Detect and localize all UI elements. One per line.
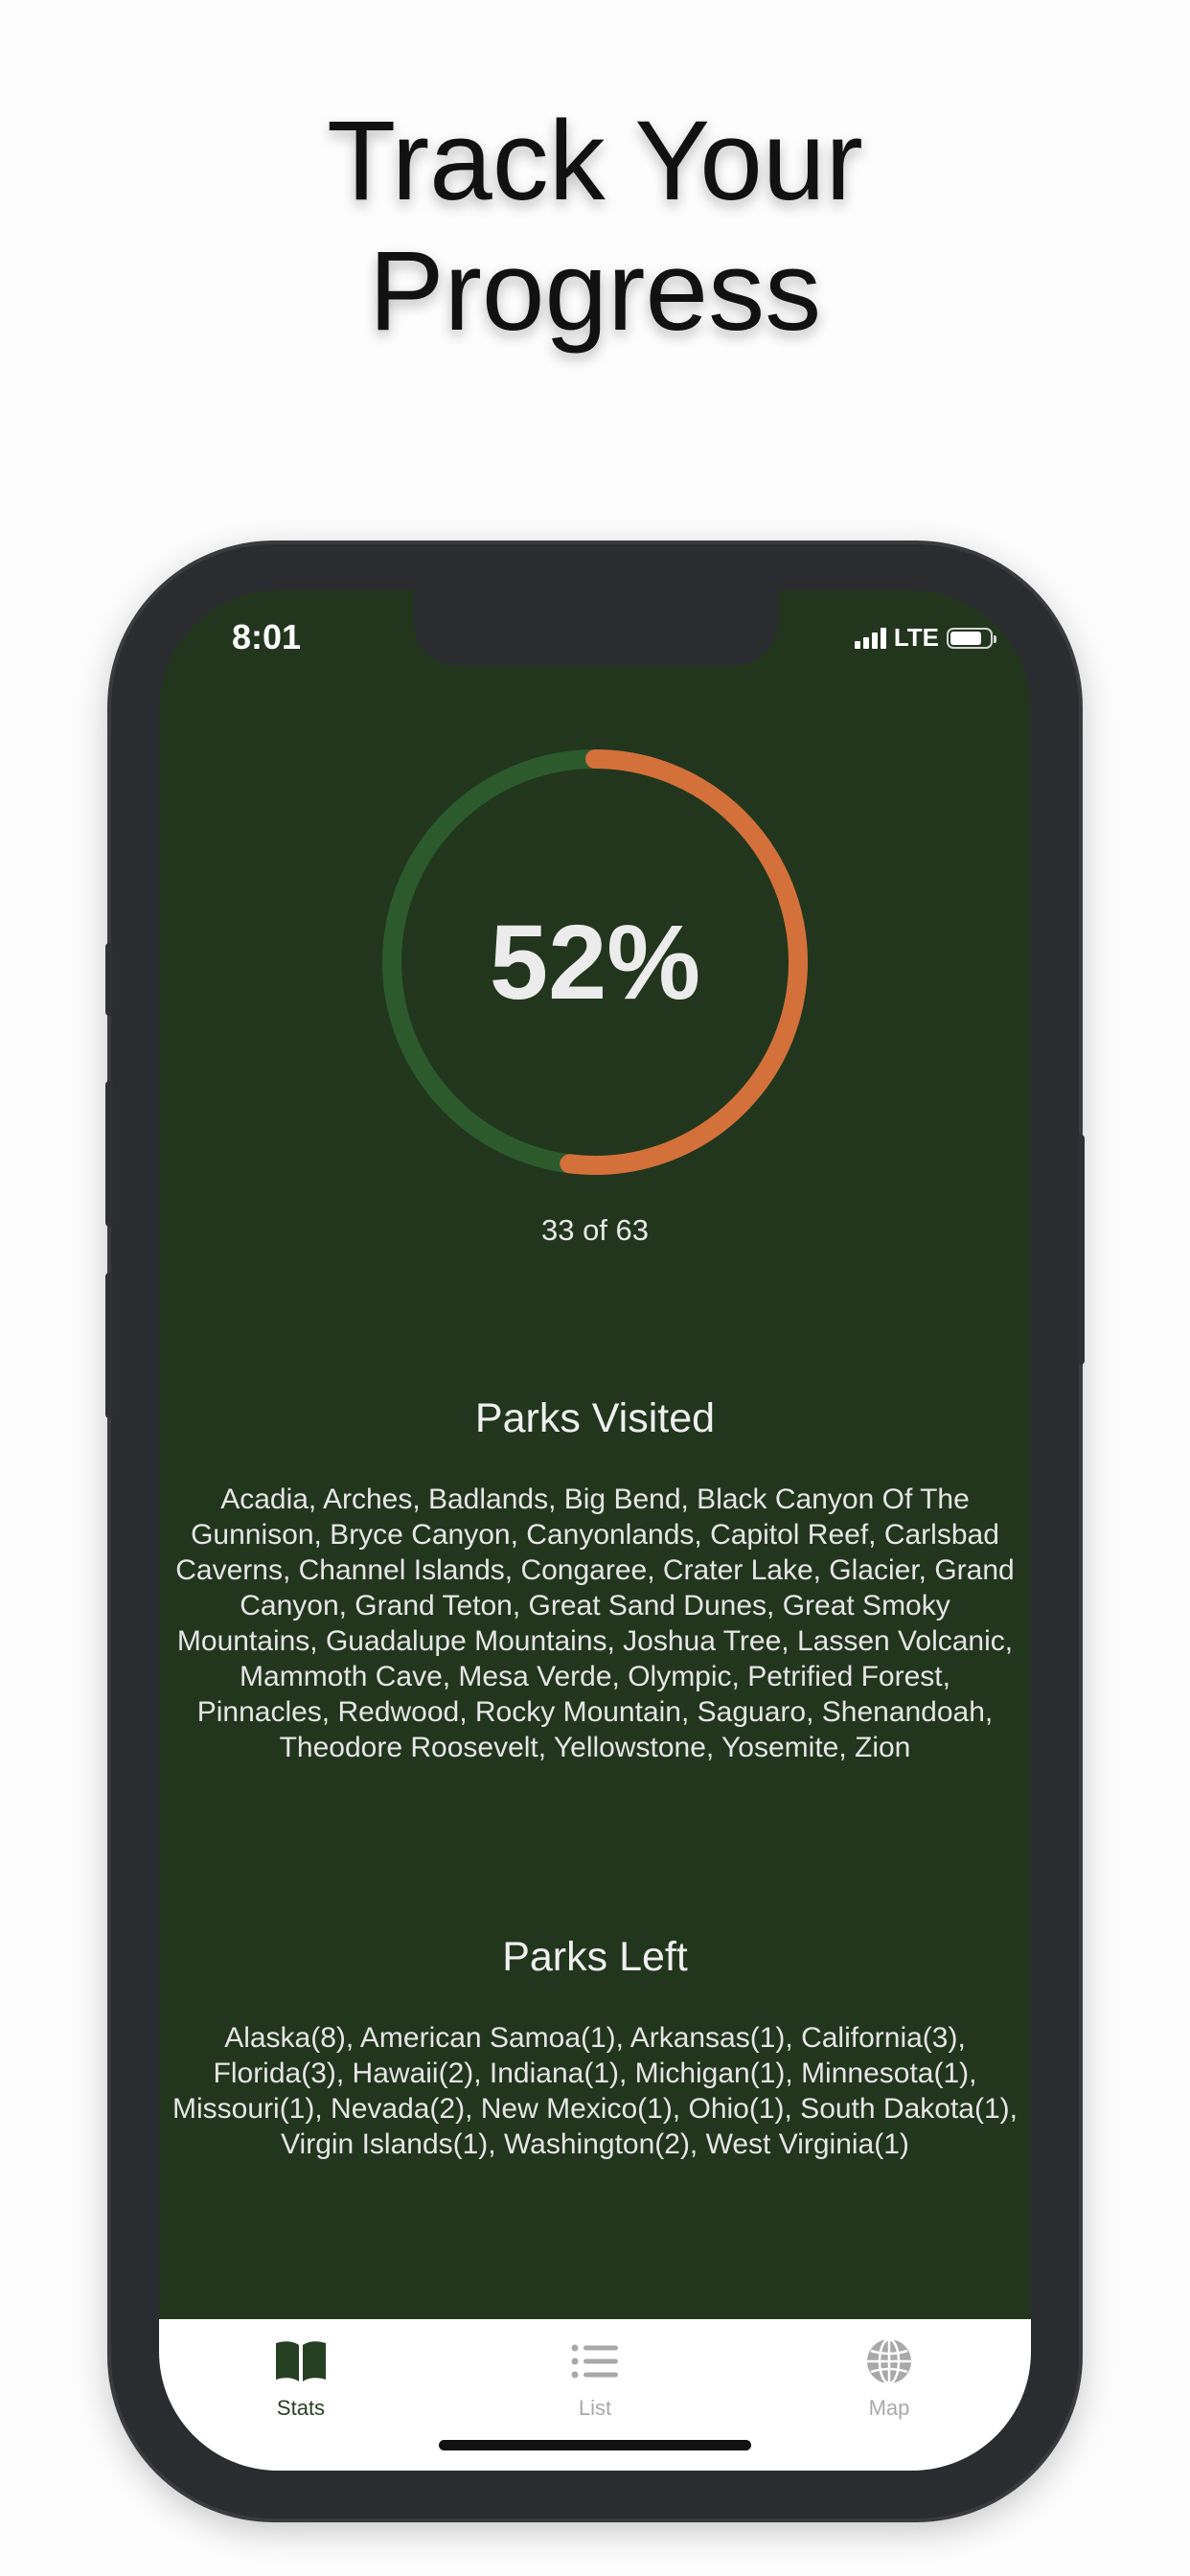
notch bbox=[414, 590, 778, 665]
parks-left-list: Alaska(8), American Samoa(1), Arkansas(1… bbox=[172, 2022, 1018, 2160]
progress-percent: 52% bbox=[489, 903, 701, 1022]
silent-switch bbox=[105, 943, 113, 1016]
tab-map[interactable]: Map bbox=[793, 2334, 985, 2421]
tab-stats-label: Stats bbox=[276, 2396, 326, 2420]
progress-count: 33 of 63 bbox=[540, 1213, 650, 1247]
status-indicators: LTE bbox=[854, 623, 996, 653]
phone-frame: 8:01 LTE 52% 33 of 63 Parks Visited Acad… bbox=[105, 544, 1085, 2518]
home-indicator bbox=[439, 2440, 751, 2450]
power-button bbox=[1077, 1135, 1085, 1365]
headline-line-1: Track Your bbox=[327, 98, 863, 224]
marketing-headline: Track Your Progress bbox=[0, 96, 1190, 356]
tab-stats[interactable]: Stats bbox=[205, 2334, 397, 2421]
list-icon bbox=[499, 2334, 691, 2388]
tab-map-label: Map bbox=[868, 2396, 910, 2420]
parks-visited-list: Acadia, Arches, Badlands, Big Bend, Blac… bbox=[175, 1484, 1015, 1763]
app-screen: 8:01 LTE 52% 33 of 63 Parks Visited Acad… bbox=[159, 590, 1031, 2471]
battery-icon bbox=[947, 627, 996, 649]
app-store-screenshot: Track Your Progress 8:01 LTE 52% 33 of 6… bbox=[0, 0, 1190, 2576]
volume-down-button bbox=[105, 1273, 113, 1418]
tab-list-label: List bbox=[578, 2396, 612, 2420]
book-icon bbox=[205, 2334, 397, 2388]
status-time: 8:01 bbox=[232, 617, 302, 656]
progress-ring: 52% bbox=[377, 744, 813, 1181]
globe-icon bbox=[793, 2334, 985, 2388]
signal-icon bbox=[854, 627, 886, 649]
headline-line-2: Progress bbox=[368, 228, 822, 355]
parks-left-title: Parks Left bbox=[502, 1934, 688, 1980]
volume-up-button bbox=[105, 1081, 113, 1227]
network-label: LTE bbox=[893, 623, 939, 652]
parks-visited-title: Parks Visited bbox=[474, 1395, 716, 1441]
tab-list[interactable]: List bbox=[499, 2334, 691, 2421]
